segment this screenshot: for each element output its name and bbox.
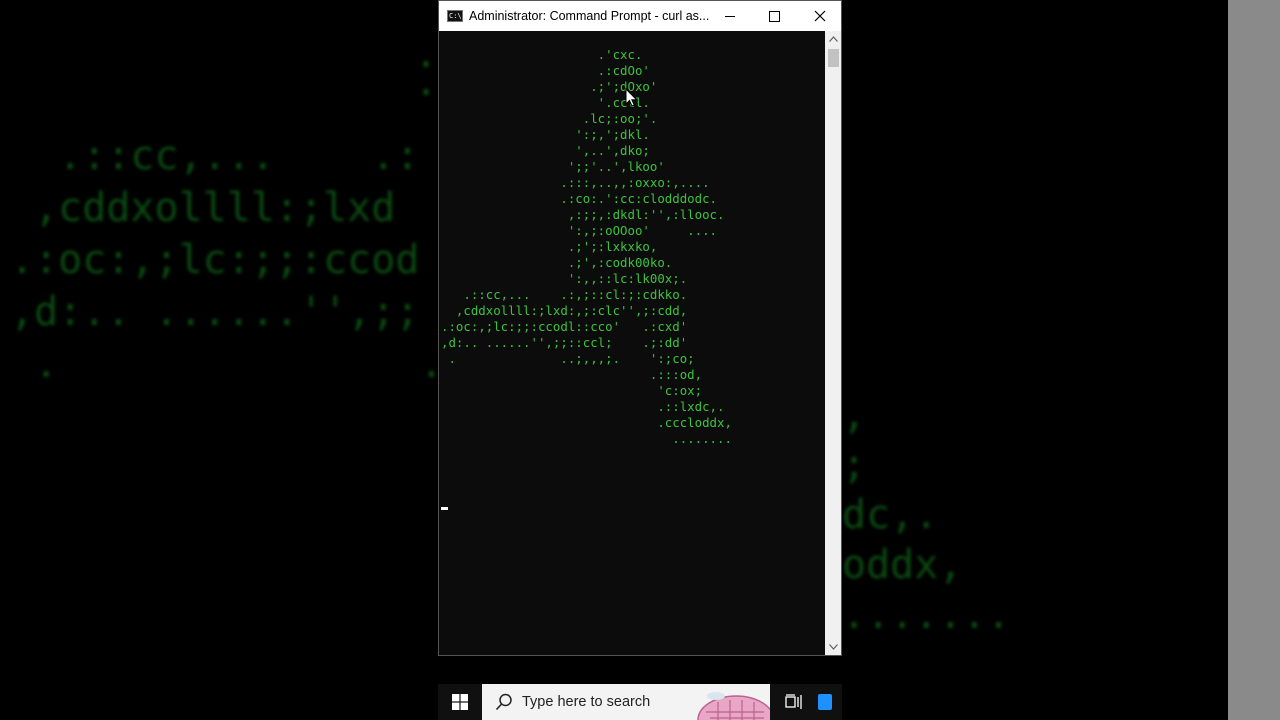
- search-placeholder: Type here to search: [522, 694, 651, 710]
- close-button[interactable]: [797, 1, 842, 31]
- minimize-button[interactable]: [707, 1, 752, 31]
- close-icon: [814, 10, 825, 22]
- console-ascii-art: .'cxc. .:cdOo' .;';dOxo' '.ccll. .lc;:oo…: [441, 47, 732, 446]
- title-bar[interactable]: C:\ Administrator: Command Prompt - curl…: [439, 1, 841, 31]
- mouse-pointer-icon: [625, 88, 638, 107]
- window-title: Administrator: Command Prompt - curl as.…: [469, 9, 709, 23]
- search-icon: [495, 693, 512, 711]
- desktop-strip: [438, 656, 842, 684]
- app-icon: [818, 694, 832, 710]
- maximize-icon: [769, 10, 780, 22]
- background-grey-bar: [1228, 0, 1280, 720]
- search-highlight-illustration: [697, 692, 770, 720]
- chevron-up-icon: [828, 36, 838, 42]
- windows-logo-icon: [452, 694, 468, 710]
- task-view-icon: [785, 694, 802, 709]
- taskbar-app-button[interactable]: [818, 684, 842, 720]
- taskbar: Type here to search: [438, 684, 842, 720]
- vertical-scrollbar[interactable]: [825, 31, 841, 655]
- scroll-up-button[interactable]: [825, 31, 841, 47]
- scroll-thumb[interactable]: [828, 49, 839, 67]
- chevron-down-icon: [828, 644, 838, 650]
- maximize-button[interactable]: [752, 1, 797, 31]
- text-cursor: [441, 507, 448, 510]
- scroll-down-button[interactable]: [825, 639, 841, 655]
- console-output-area[interactable]: .'cxc. .:cdOo' .;';dOxo' '.ccll. .lc;:oo…: [439, 31, 825, 655]
- start-button[interactable]: [438, 684, 482, 720]
- task-view-button[interactable]: [770, 684, 818, 720]
- background-art-right: , ; dc,. oddx, .......: [842, 392, 1011, 638]
- taskbar-search-box[interactable]: Type here to search: [482, 684, 770, 720]
- minimize-icon: [724, 15, 735, 17]
- command-prompt-window[interactable]: C:\ Administrator: Command Prompt - curl…: [438, 0, 842, 656]
- command-prompt-icon: C:\: [447, 10, 463, 22]
- background-art-left: .::cc,... .: ,cddxollll:;lxd .:oc:,;lc:;…: [10, 133, 440, 387]
- background-art-dots: . .: [414, 40, 438, 100]
